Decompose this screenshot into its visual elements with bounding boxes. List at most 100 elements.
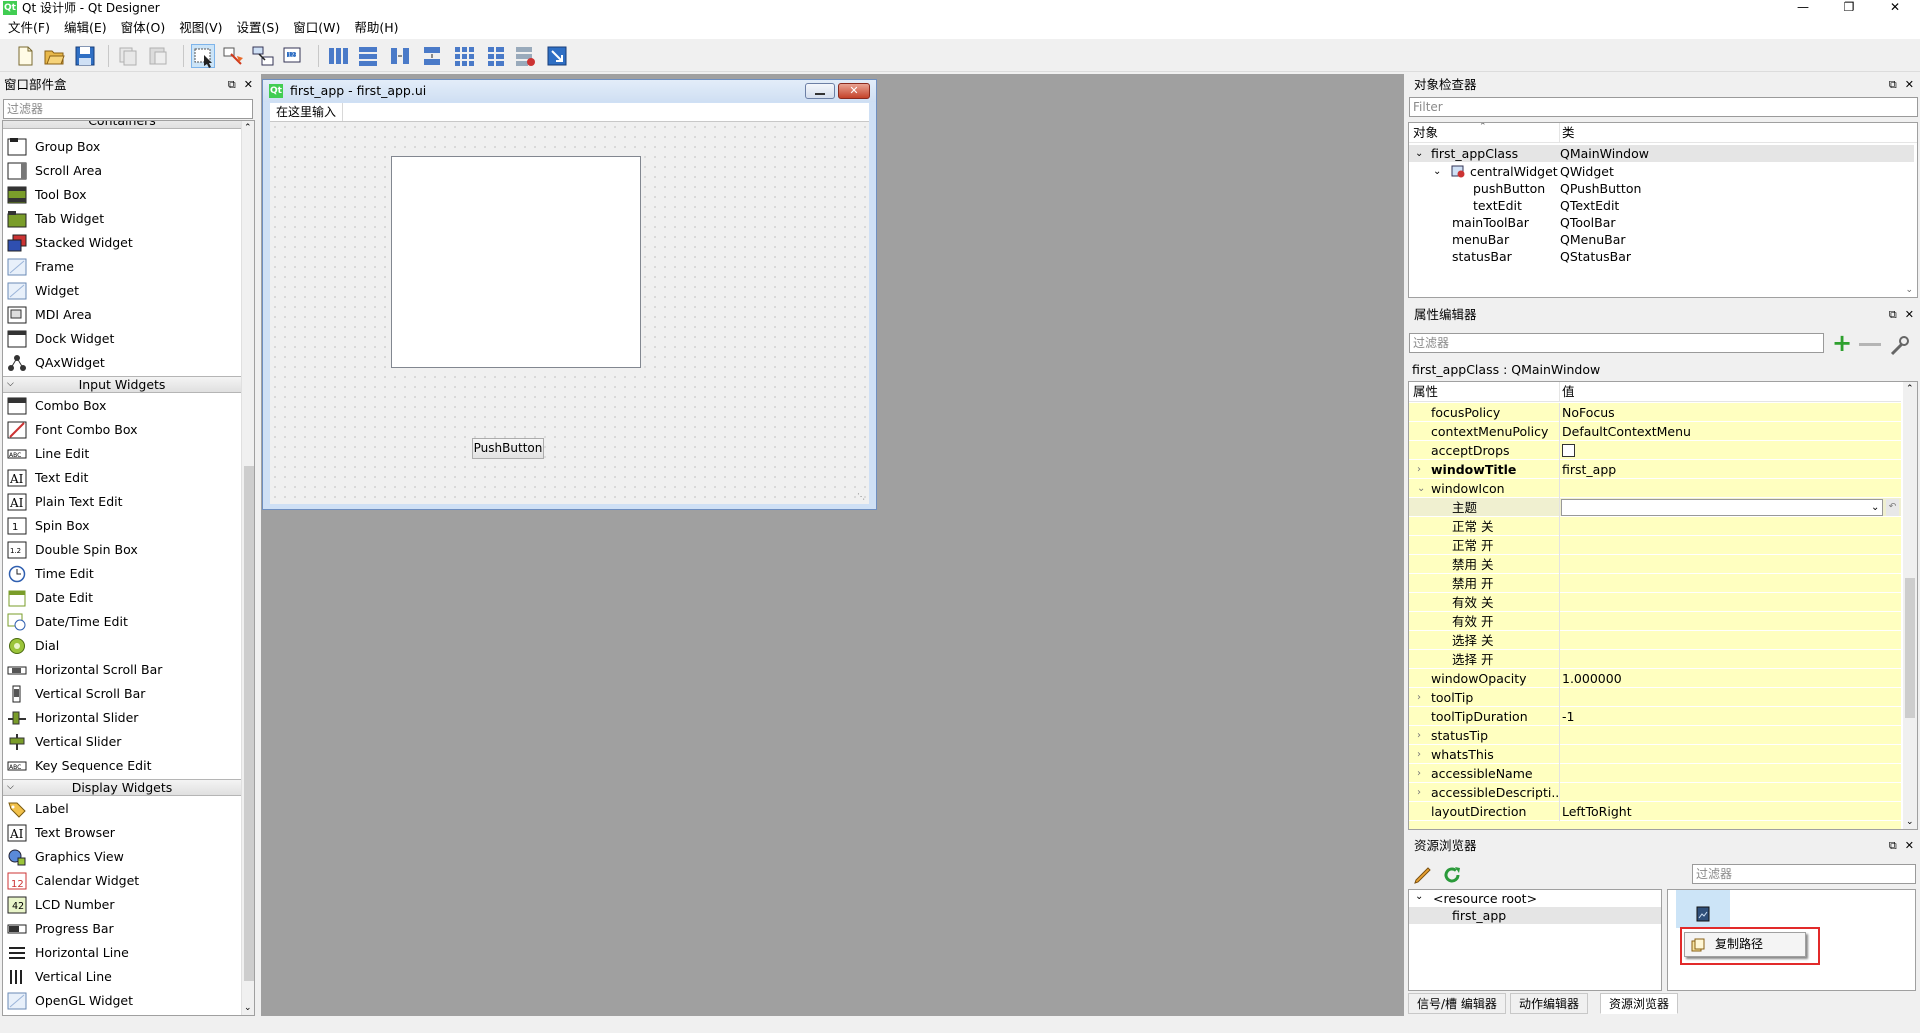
widget-item-widget[interactable]: Widget xyxy=(3,279,241,303)
float-icon[interactable]: ⧉ xyxy=(228,78,236,91)
scroll-down-icon[interactable]: ⌄ xyxy=(1905,285,1913,295)
configure-wrench-icon[interactable] xyxy=(1888,334,1910,356)
property-row-normal-off[interactable]: 正常 关 xyxy=(1409,517,1901,536)
menu-window[interactable]: 窗口(W) xyxy=(286,17,347,39)
widget-item-mdi-area[interactable]: MDI Area xyxy=(3,303,241,327)
property-row-windowtitle[interactable]: › windowTitle first_app xyxy=(1409,460,1901,479)
scrollbar-thumb[interactable] xyxy=(244,466,254,981)
property-scrollbar[interactable]: ⌃ ⌄ xyxy=(1903,382,1917,829)
object-row-textedit[interactable]: textEdit QTextEdit xyxy=(1409,197,1914,214)
adjust-size-icon[interactable] xyxy=(545,44,569,68)
reset-icon[interactable]: ↶ xyxy=(1886,499,1899,516)
scroll-up-icon[interactable]: ⌃ xyxy=(1906,384,1914,394)
widget-item-tool-box[interactable]: Tool Box xyxy=(3,183,241,207)
restore-button[interactable]: ❐ xyxy=(1826,0,1872,17)
property-row-disabled-off[interactable]: 禁用 关 xyxy=(1409,555,1901,574)
widget-item-progress-bar[interactable]: Progress Bar xyxy=(3,917,241,941)
property-row-active-on[interactable]: 有效 开 xyxy=(1409,612,1901,631)
form-minimize-button[interactable] xyxy=(805,83,835,99)
object-row-maintoolbar[interactable]: mainToolBar QToolBar xyxy=(1409,214,1914,231)
close-dock-icon[interactable]: ✕ xyxy=(1905,839,1914,852)
property-row-layoutdirection[interactable]: layoutDirection LeftToRight xyxy=(1409,802,1901,821)
edit-tab-order-icon[interactable]: 123 xyxy=(281,44,305,68)
col-class[interactable]: 类 xyxy=(1562,123,1575,143)
widget-box-scrollbar[interactable]: ⌃ ⌄ xyxy=(241,121,254,1015)
widget-item-dial[interactable]: Dial xyxy=(3,634,241,658)
property-row-whatsthis[interactable]: › whatsThis xyxy=(1409,745,1901,764)
scrollbar-thumb[interactable] xyxy=(1905,578,1915,718)
float-icon[interactable]: ⧉ xyxy=(1889,78,1897,91)
widget-item-horizontal-line[interactable]: Horizontal Line xyxy=(3,941,241,965)
remove-property-icon[interactable] xyxy=(1859,343,1881,346)
layout-horizontal-splitter-icon[interactable] xyxy=(388,44,412,68)
category-input-widgets[interactable]: ⌵ Input Widgets xyxy=(3,376,241,393)
menu-view[interactable]: 视图(V) xyxy=(172,17,229,39)
expand-icon[interactable]: › xyxy=(1417,726,1421,745)
widget-item-opengl-widget[interactable]: OpenGL Widget xyxy=(3,989,241,1013)
form-title-bar[interactable]: Qt first_app - first_app.ui ✕ xyxy=(263,80,876,102)
object-row-centralwidget[interactable]: ⌄ centralWidget QWidget xyxy=(1409,163,1914,180)
minimize-button[interactable]: — xyxy=(1780,0,1826,17)
object-row-pushbutton[interactable]: pushButton QPushButton xyxy=(1409,180,1914,197)
widget-item-group-box[interactable]: Group Box xyxy=(3,135,241,159)
resource-file-item[interactable] xyxy=(1676,890,1730,928)
widget-item-spin-box[interactable]: 1 Spin Box xyxy=(3,514,241,538)
close-button[interactable]: ✕ xyxy=(1872,0,1918,17)
category-containers[interactable]: Containers xyxy=(3,121,241,129)
widget-item-date-time-edit[interactable]: Date/Time Edit xyxy=(3,610,241,634)
resource-item-first-app[interactable]: first_app xyxy=(1409,907,1661,924)
resource-filter-input[interactable]: 过滤器 xyxy=(1692,864,1916,884)
property-row-statustip[interactable]: › statusTip xyxy=(1409,726,1901,745)
resource-root-item[interactable]: <resource root> xyxy=(1433,890,1537,907)
object-row-first-appclass[interactable]: ⌄ first_appClass QMainWindow xyxy=(1409,145,1914,162)
property-row-selected-on[interactable]: 选择 开 xyxy=(1409,650,1901,669)
property-row-disabled-on[interactable]: 禁用 开 xyxy=(1409,574,1901,593)
widget-item-stacked-widget[interactable]: Stacked Widget xyxy=(3,231,241,255)
layout-grid-icon[interactable] xyxy=(452,44,476,68)
scroll-down-icon[interactable]: ⌄ xyxy=(1906,817,1914,827)
push-button[interactable]: PushButton xyxy=(472,438,544,459)
float-icon[interactable]: ⧉ xyxy=(1889,839,1897,852)
object-row-statusbar[interactable]: statusBar QStatusBar xyxy=(1409,248,1914,265)
widget-item-key-sequence-edit[interactable]: ABC Key Sequence Edit xyxy=(3,754,241,778)
widget-item-date-edit[interactable]: Date Edit xyxy=(3,586,241,610)
tab-resource-browser[interactable]: 资源浏览器 xyxy=(1600,993,1679,1014)
expand-icon[interactable]: › xyxy=(1417,783,1421,802)
edit-buddies-icon[interactable] xyxy=(251,44,275,68)
form-menu-bar[interactable]: 在这里输入 xyxy=(270,103,869,121)
property-row-active-off[interactable]: 有效 关 xyxy=(1409,593,1901,612)
col-property[interactable]: 属性 xyxy=(1413,382,1438,402)
menu-edit[interactable]: 编辑(E) xyxy=(57,17,114,39)
form-menu-placeholder[interactable]: 在这里输入 xyxy=(276,103,344,121)
edit-signals-slots-icon[interactable] xyxy=(221,44,245,68)
widget-item-dock-widget[interactable]: Dock Widget xyxy=(3,327,241,351)
widget-item-vertical-slider[interactable]: Vertical Slider xyxy=(3,730,241,754)
property-row-normal-on[interactable]: 正常 开 xyxy=(1409,536,1901,555)
property-row-accessibledescription[interactable]: › accessibleDescripti... xyxy=(1409,783,1901,802)
expand-icon[interactable]: › xyxy=(1417,764,1421,783)
break-layout-icon[interactable] xyxy=(513,44,537,68)
expand-icon[interactable]: › xyxy=(1417,460,1421,479)
widget-item-graphics-view[interactable]: Graphics View xyxy=(3,845,241,869)
copy-disabled-icon[interactable] xyxy=(116,44,140,68)
widget-box-filter-input[interactable]: 过滤器 xyxy=(3,99,253,119)
scroll-down-icon[interactable]: ⌄ xyxy=(244,1003,252,1013)
close-dock-icon[interactable]: ✕ xyxy=(1905,78,1914,91)
widget-item-font-combo-box[interactable]: Font Combo Box xyxy=(3,418,241,442)
theme-combo[interactable] xyxy=(1561,499,1883,516)
property-row-theme[interactable]: 主题 ⌄ ↶ xyxy=(1409,498,1901,517)
menu-form[interactable]: 窗体(O) xyxy=(114,17,173,39)
close-dock-icon[interactable]: ✕ xyxy=(244,78,253,91)
property-row-windowicon[interactable]: ⌄ windowIcon xyxy=(1409,479,1901,498)
menu-settings[interactable]: 设置(S) xyxy=(230,17,287,39)
widget-item-horizontal-slider[interactable]: Horizontal Slider xyxy=(3,706,241,730)
close-dock-icon[interactable]: ✕ xyxy=(1905,308,1914,321)
property-row-tooltip[interactable]: › toolTip xyxy=(1409,688,1901,707)
widget-item-qaxwidget[interactable]: QAxWidget xyxy=(3,351,241,375)
accept-drops-checkbox[interactable] xyxy=(1562,444,1575,457)
edit-widgets-icon[interactable] xyxy=(191,44,215,68)
float-icon[interactable]: ⧉ xyxy=(1889,308,1897,321)
scroll-up-icon[interactable]: ⌃ xyxy=(244,123,252,133)
add-property-icon[interactable]: + xyxy=(1830,331,1854,356)
widget-item-label[interactable]: Label xyxy=(3,797,241,821)
